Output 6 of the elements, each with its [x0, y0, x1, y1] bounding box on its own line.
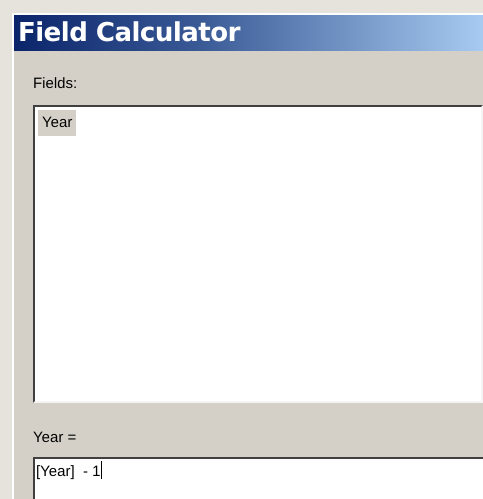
expression-label: Year = [33, 428, 76, 448]
fields-label: Fields: [33, 74, 78, 94]
field-item[interactable]: Year [38, 110, 76, 136]
fields-list[interactable]: Year [33, 104, 483, 402]
window-title: Field Calculator [18, 16, 240, 50]
expression-field[interactable]: [Year] - 1 [33, 457, 483, 499]
